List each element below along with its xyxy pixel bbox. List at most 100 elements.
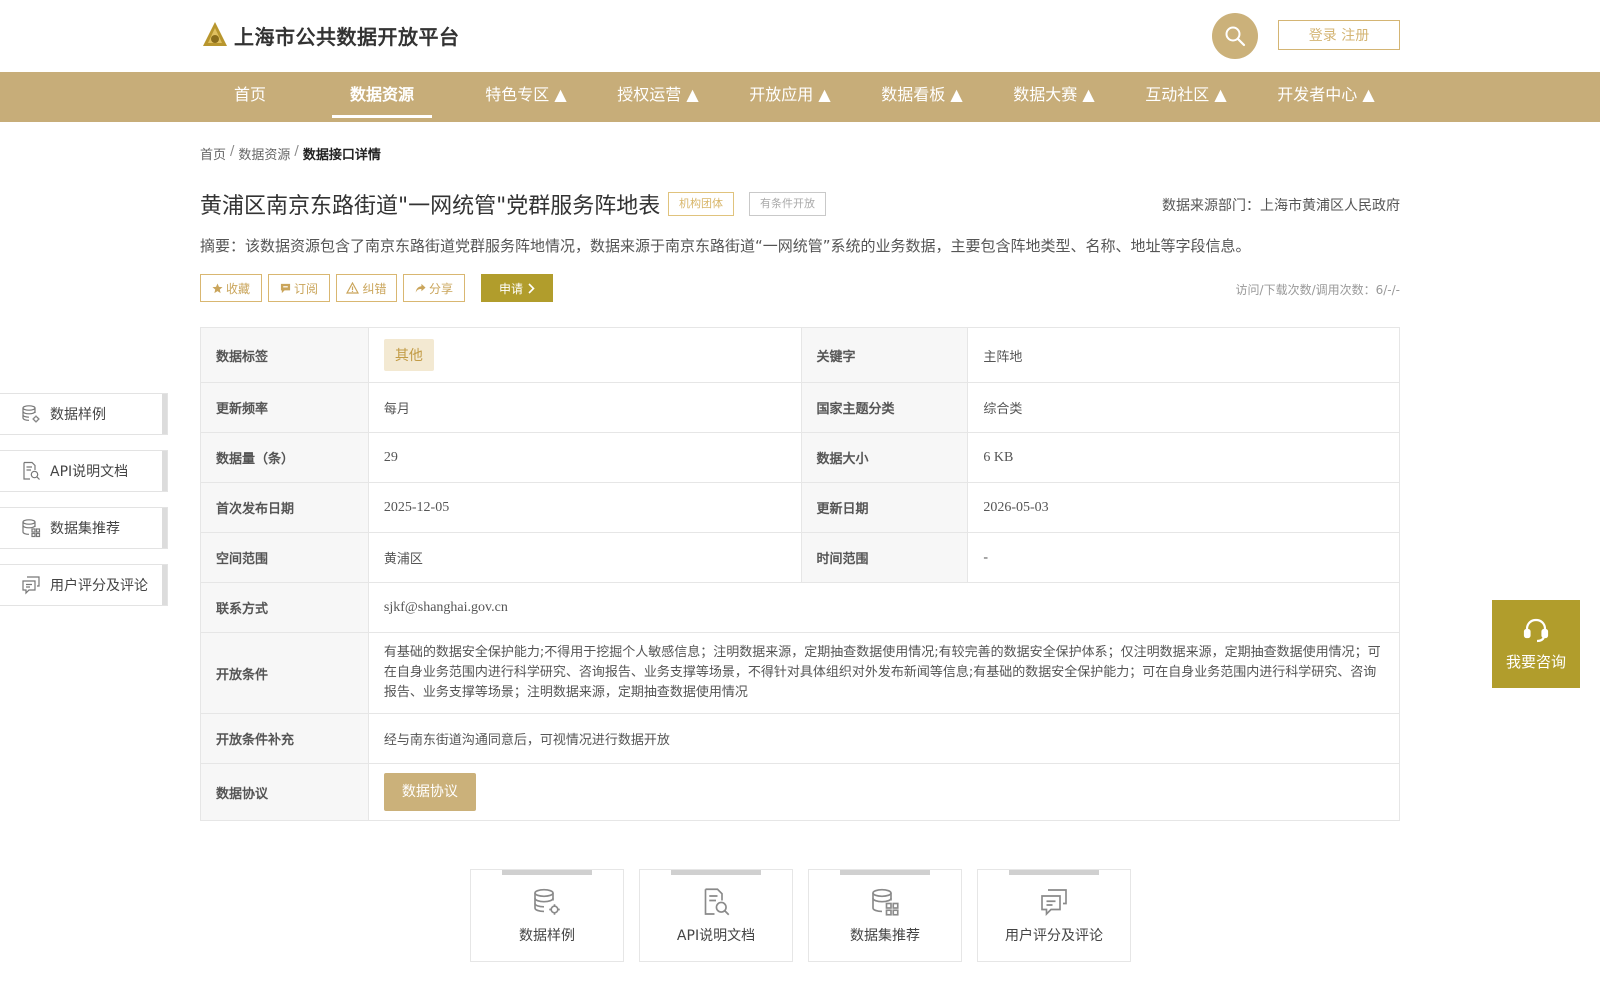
nav-item-home[interactable]: 首页 (226, 72, 274, 122)
table-row: 数据协议 数据协议 (200, 763, 1401, 821)
data-size-label: 数据大小 (800, 432, 969, 483)
table-row: 空间范围 黄浦区 时间范围 - (200, 532, 1400, 583)
side-item-label: API说明文档 (50, 464, 129, 480)
consult-button[interactable]: 我要咨询 (1492, 600, 1580, 688)
top-header: 上海市公共数据开放平台 登录 注册 (0, 0, 1600, 72)
theme-value: 综合类 (967, 382, 1400, 433)
side-item-label: 用户评分及评论 (50, 578, 148, 594)
table-row: 数据量（条） 29 数据大小 6 KB (200, 432, 1400, 483)
visit-counts: 访问/下载次数/调用次数：6/-/- (1235, 283, 1400, 297)
side-menu: 数据样例 API说明文档 数据集推荐 用户评分及评论 (0, 393, 168, 621)
data-tag-label: 数据标签 (200, 327, 369, 383)
breadcrumb-home[interactable]: 首页 (200, 144, 226, 163)
open-conditions-supplement-value: 经与南东街道沟通同意后，可视情况进行数据开放 (367, 713, 1401, 764)
search-icon (1225, 26, 1246, 47)
headset-icon (1523, 618, 1549, 642)
data-agreement-cell: 数据协议 (367, 763, 1401, 821)
site-logo[interactable]: 上海市公共数据开放平台 (200, 20, 460, 50)
card-dataset-recommend[interactable]: 数据集推荐 (808, 869, 962, 962)
subscribe-label: 订阅 (293, 281, 318, 296)
side-item-dataset-recommend[interactable]: 数据集推荐 (0, 507, 168, 549)
data-tag-cell: 其他 (367, 327, 802, 383)
database-gear-icon (531, 885, 563, 919)
card-label: 用户评分及评论 (1005, 928, 1103, 944)
dataset-summary: 摘要：该数据资源包含了南京东路街道党群服务阵地情况，数据来源于南京东路街道“一网… (200, 237, 1251, 255)
open-conditions-value: 有基础的数据安全保护能力;不得用于挖掘个人敏感信息；注明数据来源，定期抽查数据使… (367, 632, 1401, 714)
nav-item-competition[interactable]: 数据大赛 ▲ (994, 72, 1114, 122)
breadcrumb: 首页 / 数据资源 / 数据接口详情 (200, 144, 381, 163)
source-department: 数据来源部门：上海市黄浦区人民政府 (1162, 198, 1400, 214)
nav-item-developer[interactable]: 开发者中心 ▲ (1256, 72, 1396, 122)
card-api-docs[interactable]: API说明文档 (639, 869, 793, 962)
share-icon (415, 283, 426, 293)
update-frequency-label: 更新频率 (200, 382, 369, 433)
data-agreement-button[interactable]: 数据协议 (383, 773, 476, 811)
site-title: 上海市公共数据开放平台 (234, 24, 460, 49)
nav-item-open-apps[interactable]: 开放应用 ▲ (730, 72, 850, 122)
card-label: 数据集推荐 (850, 928, 920, 944)
side-item-data-sample[interactable]: 数据样例 (0, 393, 168, 435)
data-tag-pill[interactable]: 其他 (383, 339, 434, 371)
main-nav: 首页 数据资源 特色专区 ▲ 授权运营 ▲ 开放应用 ▲ 数据看板 ▲ 数据大赛… (0, 72, 1600, 122)
subscribe-button[interactable]: 订阅 (268, 274, 330, 302)
database-gear-icon (20, 403, 42, 425)
dataset-detail-table: 数据标签 其他 关键字 主阵地 更新频率 每月 国家主题分类 综合类 数据量（条… (200, 327, 1401, 821)
side-item-label: 数据样例 (50, 407, 106, 423)
card-label: API说明文档 (676, 928, 756, 944)
side-item-api-docs[interactable]: API说明文档 (0, 450, 168, 492)
apply-label: 申请 (498, 281, 523, 296)
report-error-button[interactable]: 纠错 (336, 274, 397, 302)
table-row: 更新频率 每月 国家主题分类 综合类 (200, 382, 1400, 433)
org-type-tag: 机构团体 (668, 192, 734, 216)
card-data-sample[interactable]: 数据样例 (470, 869, 624, 962)
data-size-value: 6 KB (967, 432, 1400, 483)
keyword-value: 主阵地 (967, 327, 1400, 383)
card-label: 数据样例 (519, 928, 575, 944)
nav-item-data-resources[interactable]: 数据资源 (332, 72, 432, 122)
nav-item-featured[interactable]: 特色专区 ▲ (466, 72, 586, 122)
comments-icon (1038, 885, 1070, 919)
first-publish-label: 首次发布日期 (200, 482, 369, 533)
spatial-scope-label: 空间范围 (200, 532, 369, 583)
first-publish-value: 2025-12-05 (367, 482, 802, 533)
share-button[interactable]: 分享 (403, 274, 465, 302)
side-item-label: 数据集推荐 (50, 521, 120, 537)
favorite-button[interactable]: 收藏 (200, 274, 262, 302)
warning-icon (346, 282, 360, 294)
star-icon (212, 282, 223, 293)
report-error-label: 纠错 (362, 281, 387, 296)
breadcrumb-current: 数据接口详情 (302, 148, 381, 163)
time-scope-value: - (967, 532, 1400, 583)
favorite-label: 收藏 (225, 281, 250, 296)
login-register-button[interactable]: 登录 注册 (1278, 20, 1400, 50)
document-search-icon (700, 885, 732, 919)
search-button[interactable] (1212, 13, 1258, 59)
card-ratings-comments[interactable]: 用户评分及评论 (977, 869, 1131, 962)
update-date-value: 2026-05-03 (967, 482, 1400, 533)
apply-button[interactable]: 申请 (481, 274, 553, 302)
record-count-value: 29 (367, 432, 802, 483)
breadcrumb-data-resources[interactable]: 数据资源 (238, 144, 290, 163)
update-frequency-value: 每月 (367, 382, 802, 433)
consult-label: 我要咨询 (1505, 652, 1566, 671)
bookmark-message-icon (280, 283, 291, 293)
side-item-ratings-comments[interactable]: 用户评分及评论 (0, 564, 168, 606)
contact-label: 联系方式 (200, 582, 369, 633)
open-type-tag: 有条件开放 (749, 192, 826, 216)
time-scope-label: 时间范围 (800, 532, 969, 583)
update-date-label: 更新日期 (800, 482, 969, 533)
table-row: 开放条件补充 经与南东街道沟通同意后，可视情况进行数据开放 (200, 713, 1401, 764)
table-row: 开放条件 有基础的数据安全保护能力;不得用于挖掘个人敏感信息；注明数据来源，定期… (200, 632, 1401, 714)
chevron-right-icon (528, 282, 535, 294)
bottom-cards: 数据样例 API说明文档 数据集推荐 用户评分及评论 (470, 869, 1131, 962)
nav-item-dashboard[interactable]: 数据看板 ▲ (862, 72, 982, 122)
comments-icon (20, 574, 42, 596)
document-search-icon (20, 460, 42, 482)
nav-item-community[interactable]: 互动社区 ▲ (1126, 72, 1246, 122)
share-label: 分享 (428, 281, 453, 296)
table-row: 数据标签 其他 关键字 主阵地 (200, 327, 1400, 383)
table-row: 首次发布日期 2025-12-05 更新日期 2026-05-03 (200, 482, 1400, 533)
contact-value[interactable]: sjkf@shanghai.gov.cn (367, 582, 1401, 633)
nav-item-authorized-ops[interactable]: 授权运营 ▲ (598, 72, 718, 122)
open-conditions-supplement-label: 开放条件补充 (200, 713, 369, 764)
